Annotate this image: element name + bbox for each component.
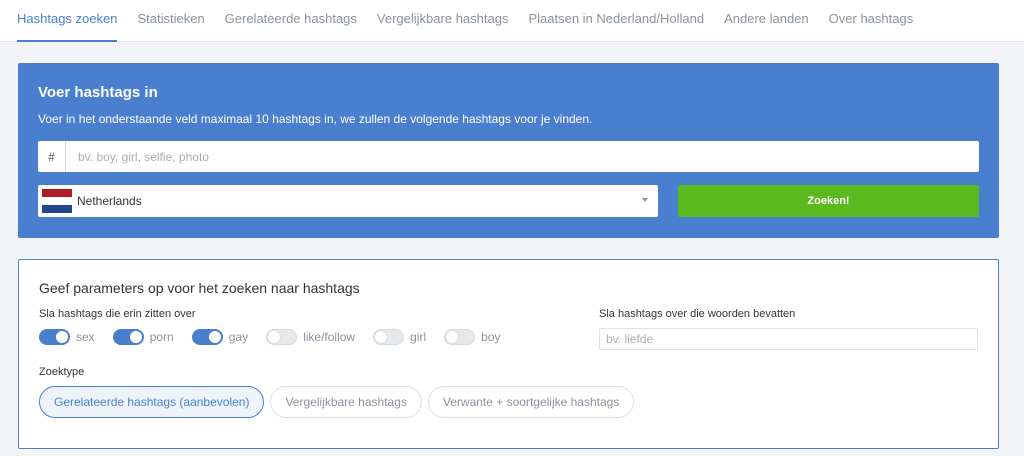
toggle-switch[interactable] [39, 329, 70, 345]
search-type-similar[interactable]: Vergelijkbare hashtags [270, 386, 422, 418]
skip-words-label: Sla hashtags over die woorden bevatten [599, 308, 796, 320]
hash-prefix-icon: # [38, 141, 66, 172]
toggle-knob [56, 331, 68, 343]
tab-plaatsen-nederland[interactable]: Plaatsen in Nederland/Holland [528, 0, 704, 42]
tab-over-hashtags[interactable]: Over hashtags [829, 0, 914, 42]
toggle-label: porn [149, 330, 174, 344]
search-type-related-similar[interactable]: Verwante + soortgelijke hashtags [427, 386, 635, 418]
tab-andere-landen[interactable]: Andere landen [724, 0, 809, 42]
search-type-related[interactable]: Gerelateerde hashtags (aanbevolen) [39, 386, 265, 418]
toggle-label: gay [228, 330, 249, 344]
toggle-like-follow[interactable]: like/follow [266, 329, 355, 345]
tab-vergelijkbare-hashtags[interactable]: Vergelijkbare hashtags [377, 0, 509, 42]
toggle-label: sex [76, 330, 95, 344]
toggle-sex[interactable]: sex [39, 329, 95, 345]
skip-toggles: sex porn gay like/follow girl boy [39, 329, 518, 345]
tab-gerelateerde-hashtags[interactable]: Gerelateerde hashtags [225, 0, 357, 42]
toggle-switch[interactable] [444, 329, 476, 345]
flag-stripe-blue [42, 205, 72, 213]
search-parameters-panel: Geef parameters op voor het zoeken naar … [18, 259, 999, 449]
chevron-down-icon [642, 198, 648, 202]
country-select-value: Netherlands [77, 194, 142, 208]
toggle-boy[interactable]: boy [444, 329, 500, 345]
tab-statistieken[interactable]: Statistieken [137, 0, 204, 42]
toggle-knob [446, 331, 459, 343]
toggle-label: boy [481, 330, 501, 344]
toggle-switch[interactable] [266, 329, 298, 345]
toggle-label: girl [410, 330, 427, 344]
toggle-porn[interactable]: porn [112, 329, 174, 345]
flag-stripe-white [42, 197, 72, 205]
toggle-gay[interactable]: gay [191, 329, 249, 345]
search-button[interactable]: Zoeken! [678, 185, 979, 217]
netherlands-flag-icon [42, 189, 72, 213]
search-type-options: Gerelateerde hashtags (aanbevolen) Verge… [39, 386, 640, 418]
country-select[interactable]: Netherlands [38, 185, 658, 217]
hashtag-input[interactable] [66, 141, 979, 172]
search-panel-description: Voer in het onderstaande veld maximaal 1… [38, 112, 593, 126]
skip-words-input[interactable] [599, 328, 978, 350]
toggle-switch[interactable] [373, 329, 405, 345]
toggle-girl[interactable]: girl [373, 329, 426, 345]
tab-hashtags-zoeken[interactable]: Hashtags zoeken [17, 0, 118, 42]
skip-hashtags-label: Sla hashtags die erin zitten over [39, 308, 196, 320]
parameters-title: Geef parameters op voor het zoeken naar … [39, 280, 360, 296]
toggle-switch[interactable] [191, 329, 223, 345]
search-panel-title: Voer hashtags in [38, 84, 158, 101]
toggle-knob [375, 331, 388, 343]
toggle-knob [208, 331, 221, 343]
top-nav: Hashtags zoeken Statistieken Gerelateerd… [0, 0, 1024, 42]
hashtag-search-field: # [38, 141, 979, 172]
search-type-label: Zoektype [39, 366, 85, 378]
hashtag-search-panel: Voer hashtags in Voer in het onderstaand… [18, 63, 999, 238]
toggle-label: like/follow [303, 330, 356, 344]
toggle-knob [129, 331, 142, 343]
flag-stripe-red [42, 189, 72, 197]
toggle-knob [268, 331, 281, 343]
toggle-switch[interactable] [112, 329, 144, 345]
